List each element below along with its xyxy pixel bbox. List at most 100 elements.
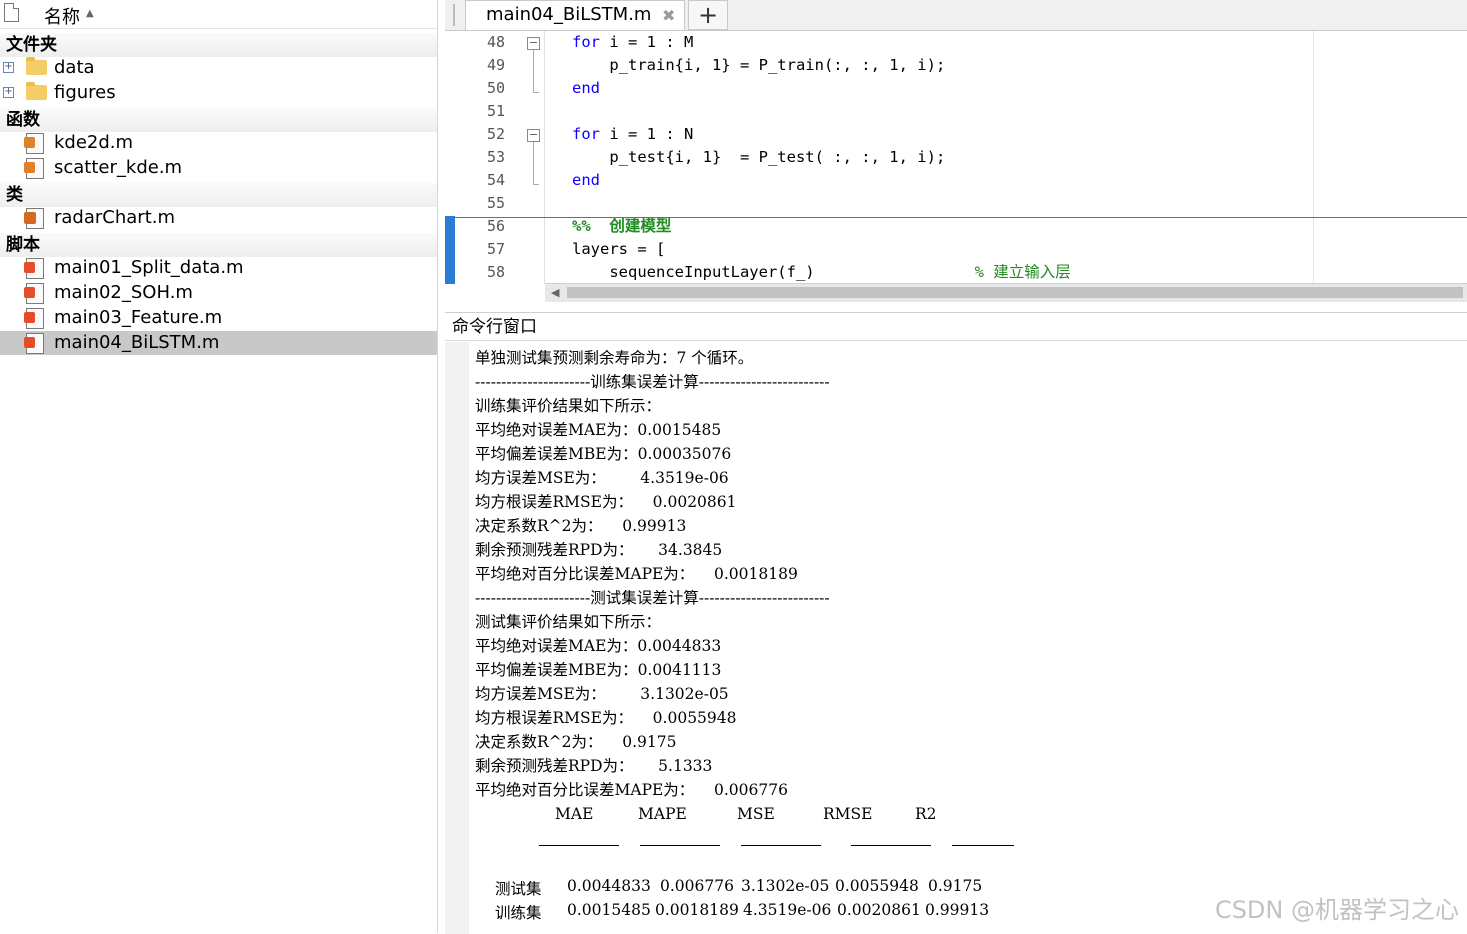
scrollbar-thumb[interactable] [567,287,1463,298]
table-cell: 4.3519e-06 [743,901,832,919]
table-header: MAE [555,805,594,823]
file-label: scatter_kde.m [54,157,183,178]
line-number: 53 [486,148,505,166]
file-item-main03[interactable]: main03_Feature.m [0,306,437,330]
line-number: 50 [486,79,505,97]
scroll-left-icon[interactable]: ◀ [551,286,559,299]
code-line-54: end [572,169,1071,192]
table-cell: 0.0044833 [567,877,651,895]
table-cell: 0.0018189 [655,901,739,919]
line-number: 57 [486,240,505,258]
line-number: 51 [486,102,505,120]
file-label: kde2d.m [54,132,134,153]
line-number: 58 [486,263,505,281]
class-file-icon [24,208,44,229]
table-header: R2 [915,805,937,823]
new-tab-button[interactable]: + [688,0,728,30]
folder-icon [26,82,47,100]
file-label: radarChart.m [54,207,176,228]
code-line-57: layers = [ [572,240,666,258]
code-line-53: p_test{i, 1} = P_test( :, :, 1, i); [572,148,946,166]
command-output: 单独测试集预测剩余寿命为：7 个循环。 --------------------… [475,346,830,802]
output-line: 测试集评价结果如下所示： [475,613,662,631]
code-text: sequenceInputLayer(f_) [572,263,815,281]
file-browser-panel: 名称 ▲ 文件夹 + data + figures 函数 kde2d.m sca… [0,0,438,933]
keyword: for [572,33,600,51]
output-line: 均方根误差RMSE为： 0.0020861 [475,493,737,511]
code-line-49: p_train{i, 1} = P_train(:, :, 1, i); [572,56,946,74]
output-line: 训练集评价结果如下所示： [475,397,662,415]
file-label: main02_SOH.m [54,282,193,303]
line-number: 56 [486,217,505,235]
horizontal-scrollbar[interactable]: ◀ [545,283,1467,302]
editor-panel: main04_BiLSTM.m ✖ + 48 49 50 51 52 53 54… [445,0,1467,302]
file-item-main02[interactable]: main02_SOH.m [0,281,437,305]
folder-label: data [54,57,95,78]
group-folders: 文件夹 [0,33,437,57]
code-line-52: for i = 1 : N [572,123,1071,146]
script-file-icon [24,333,44,354]
fold-collapse-icon[interactable]: − [527,129,540,142]
code-text: i = 1 : M [600,33,694,51]
line-number: 52 [486,125,505,143]
table-cell: 0.9175 [928,877,983,895]
output-line: 剩余预测残差RPD为： 34.3845 [475,541,723,559]
cell-indicator-bar [445,216,455,284]
keyword: for [572,125,600,143]
close-icon[interactable]: ✖ [662,6,675,25]
code-line-58: sequenceInputLayer(f_) % 建立输入层 [572,261,1071,284]
expand-icon[interactable]: + [3,62,14,73]
keyword: end [572,171,600,189]
output-line: 决定系数R^2为： 0.9175 [475,733,677,751]
output-line: 平均绝对百分比误差MAPE为： 0.0018189 [475,565,798,583]
table-row-name: 训练集 [495,904,542,922]
fold-column: − − [525,31,543,284]
tab-main04-bilstm[interactable]: main04_BiLSTM.m ✖ [465,0,685,30]
output-line: 平均绝对百分比误差MAPE为： 0.006776 [475,781,788,799]
output-line: 决定系数R^2为： 0.99913 [475,517,687,535]
expand-icon[interactable]: + [3,87,14,98]
output-line: 剩余预测残差RPD为： 5.1333 [475,757,713,775]
keyword: end [572,79,600,97]
folder-item-data[interactable]: + data [0,56,437,80]
folder-icon [26,57,47,75]
tab-grip[interactable] [453,4,455,26]
command-window-gutter [445,342,469,934]
editor-tab-bar: main04_BiLSTM.m ✖ + [445,0,1467,31]
function-file-icon [24,133,44,154]
file-item-radarchart[interactable]: radarChart.m [0,206,437,230]
output-line: 平均绝对误差MAE为：0.0044833 [475,637,722,655]
table-cell: 0.0020861 [837,901,921,919]
output-line: 均方根误差RMSE为： 0.0055948 [475,709,737,727]
command-window[interactable]: 命令行窗口 单独测试集预测剩余寿命为：7 个循环。 --------------… [445,312,1467,934]
script-file-icon [24,258,44,279]
fold-collapse-icon[interactable]: − [527,37,540,50]
file-item-kde2d[interactable]: kde2d.m [0,131,437,155]
folder-label: figures [54,82,116,103]
script-file-icon [24,308,44,329]
right-margin-line [1313,31,1314,284]
table-header: MAPE [638,805,687,823]
code-area[interactable]: 48 49 50 51 52 53 54 55 56 57 58 − − for… [445,31,1467,284]
command-window-title: 命令行窗口 [445,313,1467,341]
file-item-main04[interactable]: main04_BiLSTM.m [0,331,437,355]
line-numbers: 48 49 50 51 52 53 54 55 56 57 58 [455,31,505,284]
output-line: 平均绝对误差MAE为：0.0015485 [475,421,722,439]
file-item-main01[interactable]: main01_Split_data.m [0,256,437,280]
document-icon [4,3,19,22]
sort-ascending-icon[interactable]: ▲ [86,8,94,19]
code-lines[interactable]: for i = 1 : M p_train{i, 1} = P_train(:,… [572,31,1071,284]
table-row-name: 测试集 [495,880,542,898]
line-number: 49 [486,56,505,74]
output-line: ----------------------训练集误差计算-----------… [475,373,830,391]
watermark: CSDN @机器学习之心 [1214,896,1459,924]
output-line: 均方误差MSE为： 4.3519e-06 [475,469,729,487]
file-label: main01_Split_data.m [54,257,244,278]
output-line: 均方误差MSE为： 3.1302e-05 [475,685,729,703]
column-name-header[interactable]: 名称 [44,3,80,29]
file-item-scatter-kde[interactable]: scatter_kde.m [0,156,437,180]
output-line: 单独测试集预测剩余寿命为：7 个循环。 [475,349,754,367]
folder-item-figures[interactable]: + figures [0,81,437,105]
file-browser-header[interactable]: 名称 ▲ [0,0,437,29]
